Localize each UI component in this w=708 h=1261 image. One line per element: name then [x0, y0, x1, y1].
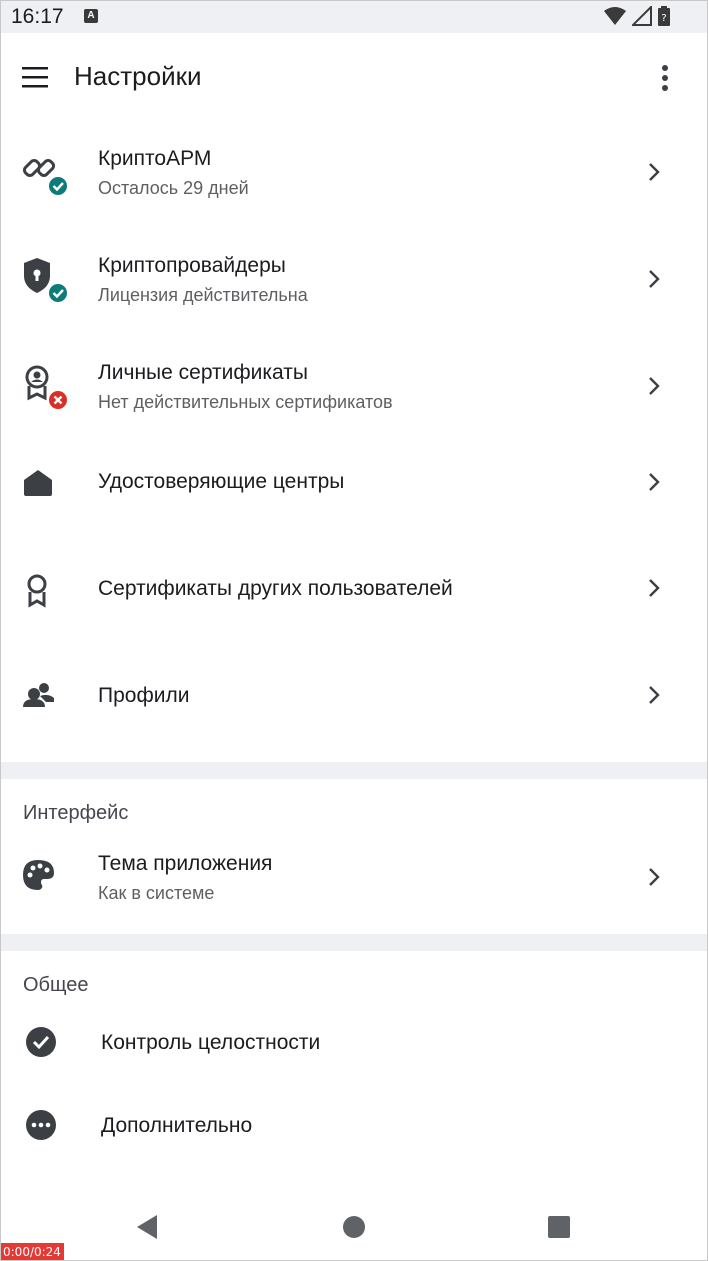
item-title: Удостоверяющие центры: [98, 470, 345, 493]
status-time: 16:17: [11, 5, 64, 28]
palette-icon: [23, 860, 54, 890]
award-ribbon-icon: [27, 574, 47, 608]
system-nav-bar: [0, 1195, 708, 1261]
item-subtitle: Осталось 29 дней: [98, 178, 249, 198]
chevron-right-icon: [649, 868, 660, 886]
check-circle-icon: [26, 1027, 56, 1057]
home-icon: [24, 470, 52, 496]
status-bar: 16:17 A ?: [0, 0, 708, 33]
app-bar: Настройки: [0, 33, 708, 123]
item-title: Дополнительно: [101, 1114, 253, 1137]
item-subtitle: Как в системе: [98, 883, 215, 903]
link-chain-icon: [22, 158, 67, 195]
notification-a-icon: A: [84, 9, 98, 23]
chevron-right-icon: [649, 377, 660, 395]
section-divider: [0, 934, 708, 951]
back-triangle-icon[interactable]: [135, 1213, 161, 1241]
chevron-right-icon: [649, 270, 660, 288]
recents-square-icon[interactable]: [547, 1215, 571, 1239]
chevron-right-icon: [649, 473, 660, 491]
item-title: Сертификаты других пользователей: [98, 577, 453, 600]
signal-icon: [632, 6, 652, 26]
item-title: Профили: [98, 684, 190, 707]
settings-item-cryptoarm[interactable]: КриптоАРМ Осталось 29 дней: [0, 123, 708, 223]
home-circle-icon[interactable]: [342, 1215, 366, 1239]
item-title: Тема приложения: [98, 852, 273, 875]
settings-item-other-users-certificates[interactable]: Сертификаты других пользователей: [0, 551, 708, 651]
settings-item-cryptoproviders[interactable]: Криптопровайдеры Лицензия действительна: [0, 230, 708, 330]
svg-text:?: ?: [661, 13, 666, 24]
item-title: Личные сертификаты: [98, 361, 308, 384]
item-title: Криптопровайдеры: [98, 254, 286, 277]
settings-item-personal-certificates[interactable]: Личные сертификаты Нет действительных се…: [0, 337, 708, 437]
settings-item-integrity-control[interactable]: Контроль целостности: [0, 1005, 708, 1080]
more-horizontal-circle-icon: [26, 1110, 56, 1140]
section-header-interface: Интерфейс: [23, 802, 129, 824]
item-subtitle: Нет действительных сертификатов: [98, 392, 393, 412]
more-vertical-icon[interactable]: [650, 63, 680, 93]
recording-timer: 0:00/0:24: [0, 1243, 64, 1261]
certificate-person-icon: [25, 365, 67, 409]
wifi-icon: [604, 7, 626, 25]
settings-item-profiles[interactable]: Профили: [0, 658, 708, 758]
settings-item-additional[interactable]: Дополнительно: [0, 1088, 708, 1163]
chevron-right-icon: [649, 579, 660, 597]
hamburger-menu-icon[interactable]: [18, 63, 52, 93]
people-icon: [23, 683, 54, 707]
shield-lock-icon: [24, 258, 67, 302]
section-header-general: Общее: [23, 974, 89, 996]
battery-icon: ?: [658, 6, 670, 26]
chevron-right-icon: [649, 686, 660, 704]
section-divider: [0, 762, 708, 779]
status-icons: ?: [604, 6, 670, 26]
item-title: КриптоАРМ: [98, 147, 212, 170]
settings-item-certificate-authorities[interactable]: Удостоверяющие центры: [0, 444, 708, 544]
chevron-right-icon: [649, 163, 660, 181]
item-title: Контроль целостности: [101, 1031, 321, 1054]
item-subtitle: Лицензия действительна: [98, 285, 308, 305]
settings-item-app-theme[interactable]: Тема приложения Как в системе: [0, 828, 708, 928]
page-title: Настройки: [74, 61, 202, 91]
